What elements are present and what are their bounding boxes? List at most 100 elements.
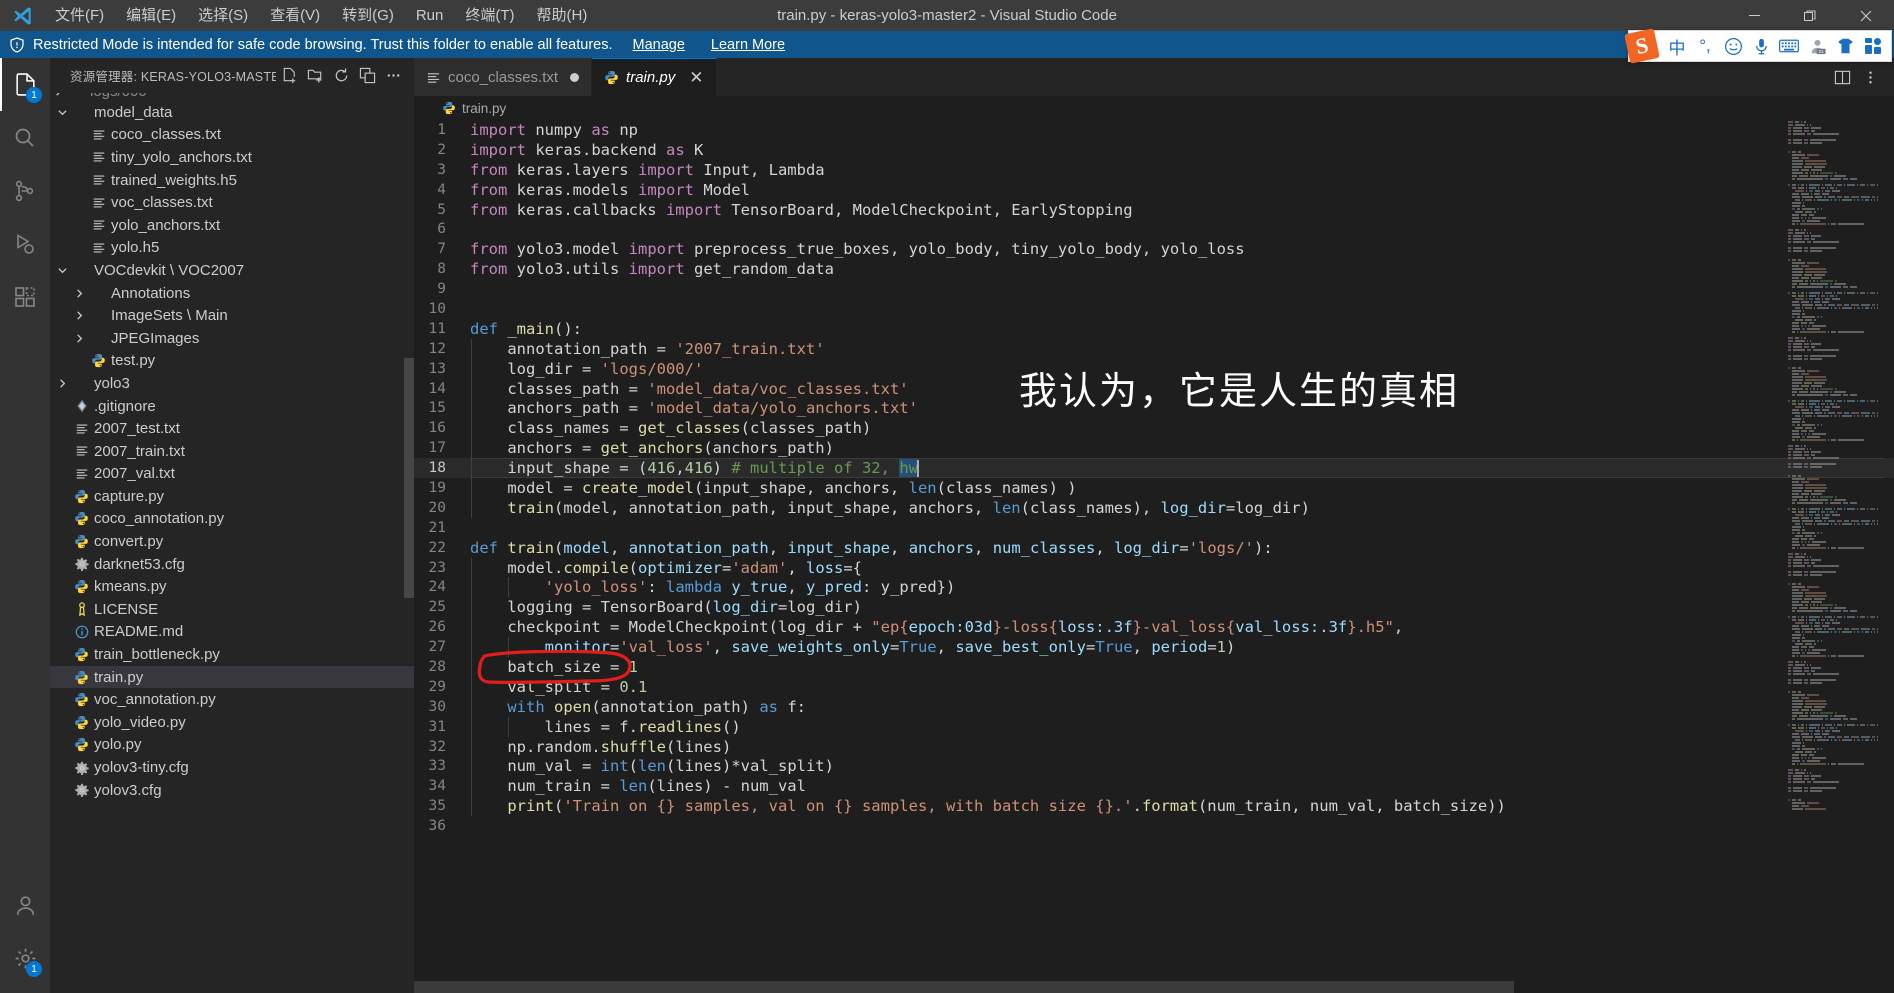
code-line[interactable]: 12 annotation_path = '2007_train.txt' bbox=[414, 338, 1894, 359]
new-folder-icon[interactable] bbox=[302, 63, 328, 89]
menu-run[interactable]: Run bbox=[405, 0, 455, 31]
close-icon[interactable]: ✕ bbox=[689, 69, 703, 86]
tree-row[interactable]: yolo_anchors.txt bbox=[50, 214, 414, 237]
ime-soft-keyboard-icon[interactable] bbox=[1775, 31, 1803, 61]
tree-row[interactable]: .gitignore bbox=[50, 395, 414, 418]
code-line[interactable]: 2 import keras.backend as K bbox=[414, 140, 1894, 160]
code-line[interactable]: 21 bbox=[414, 518, 1894, 538]
code-line[interactable]: 16 class_names = get_classes(classes_pat… bbox=[414, 418, 1894, 439]
chevron-right-icon[interactable] bbox=[71, 288, 88, 299]
close-button[interactable] bbox=[1838, 0, 1894, 31]
code-line[interactable]: 26 checkpoint = ModelCheckpoint(log_dir … bbox=[414, 617, 1894, 638]
refresh-icon[interactable] bbox=[328, 63, 354, 89]
code-line[interactable]: 25 logging = TensorBoard(log_dir=log_dir… bbox=[414, 597, 1894, 618]
code-line[interactable]: 18 input_shape = (416,416) # multiple of… bbox=[414, 458, 1894, 479]
window-controls[interactable] bbox=[1726, 0, 1894, 31]
tree-row[interactable]: yolo.h5 bbox=[50, 237, 414, 260]
activity-extensions[interactable] bbox=[0, 270, 50, 323]
menu-view[interactable]: 查看(V) bbox=[259, 0, 331, 31]
chevron-right-icon[interactable] bbox=[71, 310, 88, 321]
code-line[interactable]: 3 from keras.layers import Input, Lambda bbox=[414, 160, 1894, 180]
explorer-actions[interactable] bbox=[276, 63, 414, 89]
editor-vertical-scrollbar[interactable] bbox=[1880, 120, 1894, 993]
tree-row[interactable]: tiny_yolo_anchors.txt bbox=[50, 146, 414, 169]
menu-terminal[interactable]: 终端(T) bbox=[454, 0, 525, 31]
tree-row[interactable]: model_data bbox=[50, 101, 414, 124]
tree-row[interactable]: JPEGImages bbox=[50, 327, 414, 350]
code-line[interactable]: 7 from yolo3.model import preprocess_true… bbox=[414, 239, 1894, 259]
tree-row[interactable]: Annotations bbox=[50, 282, 414, 305]
tab-coco-classes[interactable]: coco_classes.txt bbox=[414, 58, 593, 96]
code-line[interactable]: 9 bbox=[414, 279, 1894, 299]
editor-tabbar-actions[interactable] bbox=[1828, 58, 1894, 96]
tree-row[interactable]: 2007_val.txt bbox=[50, 463, 414, 486]
tree-row[interactable]: train_bottleneck.py bbox=[50, 643, 414, 666]
code-line[interactable]: 10 bbox=[414, 299, 1894, 319]
tab-train-py[interactable]: train.py ✕ bbox=[592, 58, 717, 96]
tree-row[interactable]: README.md bbox=[50, 621, 414, 644]
editor-tab-bar[interactable]: coco_classes.txt train.py ✕ bbox=[414, 58, 1894, 96]
code-line[interactable]: 1 import numpy as np bbox=[414, 120, 1894, 140]
ime-emoji-icon[interactable] bbox=[1719, 31, 1747, 61]
code-line[interactable]: 20 train(model, annotation_path, input_s… bbox=[414, 497, 1894, 518]
tree-row[interactable]: LICENSE bbox=[50, 598, 414, 621]
code-line[interactable]: 34 num_train = len(lines) - num_val bbox=[414, 776, 1894, 797]
sidebar-scrollbar[interactable] bbox=[404, 358, 414, 598]
activity-search[interactable] bbox=[0, 111, 50, 164]
code-line[interactable]: 22 def train(model, annotation_path, inpu… bbox=[414, 538, 1894, 558]
tree-row[interactable]: darknet53.cfg bbox=[50, 553, 414, 576]
code-editor[interactable]: 1 import numpy as np 2 import keras.backend… bbox=[414, 120, 1894, 993]
activity-accounts[interactable] bbox=[0, 879, 50, 932]
tree-row[interactable]: train.py bbox=[50, 665, 414, 689]
ellipsis-icon[interactable] bbox=[380, 63, 406, 89]
menu-file[interactable]: 文件(F) bbox=[44, 0, 115, 31]
tree-row[interactable]: yolov3-tiny.cfg bbox=[50, 756, 414, 779]
tree-row[interactable]: trained_weights.h5 bbox=[50, 169, 414, 192]
code-line[interactable]: 5 from keras.callbacks import TensorBoard… bbox=[414, 200, 1894, 220]
tree-row[interactable]: capture.py bbox=[50, 485, 414, 508]
code-line[interactable]: 36 bbox=[414, 816, 1894, 836]
tree-row[interactable]: voc_annotation.py bbox=[50, 688, 414, 711]
breadcrumb[interactable]: train.py bbox=[414, 96, 1894, 120]
banner-manage-link[interactable]: Manage bbox=[633, 37, 685, 53]
code-line[interactable]: 30 with open(annotation_path) as f: bbox=[414, 696, 1894, 717]
code-line[interactable]: 23 model.compile(optimizer='adam', loss=… bbox=[414, 557, 1894, 578]
activity-settings[interactable]: 1 bbox=[0, 932, 50, 985]
tree-row[interactable]: coco_classes.txt bbox=[50, 124, 414, 147]
code-line[interactable]: 24 'yolo_loss': lambda y_true, y_pred: y… bbox=[414, 577, 1894, 598]
restore-button[interactable] bbox=[1782, 0, 1838, 31]
menu-bar[interactable]: 文件(F) 编辑(E) 选择(S) 查看(V) 转到(G) Run 终端(T) … bbox=[44, 0, 598, 31]
ime-voice-icon[interactable] bbox=[1747, 31, 1775, 61]
menu-help[interactable]: 帮助(H) bbox=[526, 0, 599, 31]
tree-row[interactable]: 2007_test.txt bbox=[50, 417, 414, 440]
tree-row[interactable]: test.py bbox=[50, 350, 414, 373]
code-line[interactable]: 31 lines = f.readlines() bbox=[414, 716, 1894, 737]
code-line[interactable]: 11 def _main(): bbox=[414, 319, 1894, 339]
code-line[interactable]: 6 bbox=[414, 219, 1894, 239]
code-line[interactable]: 8 from yolo3.utils import get_random_data bbox=[414, 259, 1894, 279]
activity-explorer[interactable]: 1 bbox=[0, 58, 50, 111]
tree-row[interactable]: VOCdevkit \ VOC2007 bbox=[50, 259, 414, 282]
tree-row[interactable]: convert.py bbox=[50, 530, 414, 553]
file-tree[interactable]: logs/000 model_data coco_classes.txt tiny_y… bbox=[50, 93, 414, 993]
menu-selection[interactable]: 选择(S) bbox=[187, 0, 259, 31]
chevron-down-icon[interactable] bbox=[54, 107, 71, 118]
banner-learn-more-link[interactable]: Learn More bbox=[711, 37, 785, 53]
menu-go[interactable]: 转到(G) bbox=[331, 0, 405, 31]
tree-row[interactable]: ImageSets \ Main bbox=[50, 304, 414, 327]
ime-lang-chinese-button[interactable]: 中 bbox=[1663, 31, 1691, 61]
chevron-right-icon[interactable] bbox=[54, 378, 71, 389]
tree-row[interactable]: 2007_train.txt bbox=[50, 440, 414, 463]
ime-toolbox-icon[interactable] bbox=[1859, 31, 1887, 61]
menu-edit[interactable]: 编辑(E) bbox=[115, 0, 187, 31]
tree-row[interactable]: yolov3.cfg bbox=[50, 779, 414, 802]
ime-punctuation-button[interactable]: °, bbox=[1691, 31, 1719, 61]
tree-row[interactable]: yolo3 bbox=[50, 372, 414, 395]
sogou-ime-toolbar[interactable]: S 中 °, 21 bbox=[1624, 28, 1892, 64]
new-file-icon[interactable] bbox=[276, 63, 302, 89]
code-lines[interactable]: 1 import numpy as np 2 import keras.backend… bbox=[414, 120, 1894, 836]
minimize-button[interactable] bbox=[1726, 0, 1782, 31]
activity-source-control[interactable] bbox=[0, 164, 50, 217]
tree-row[interactable]: yolo.py bbox=[50, 734, 414, 757]
code-line[interactable]: 4 from keras.models import Model bbox=[414, 180, 1894, 200]
